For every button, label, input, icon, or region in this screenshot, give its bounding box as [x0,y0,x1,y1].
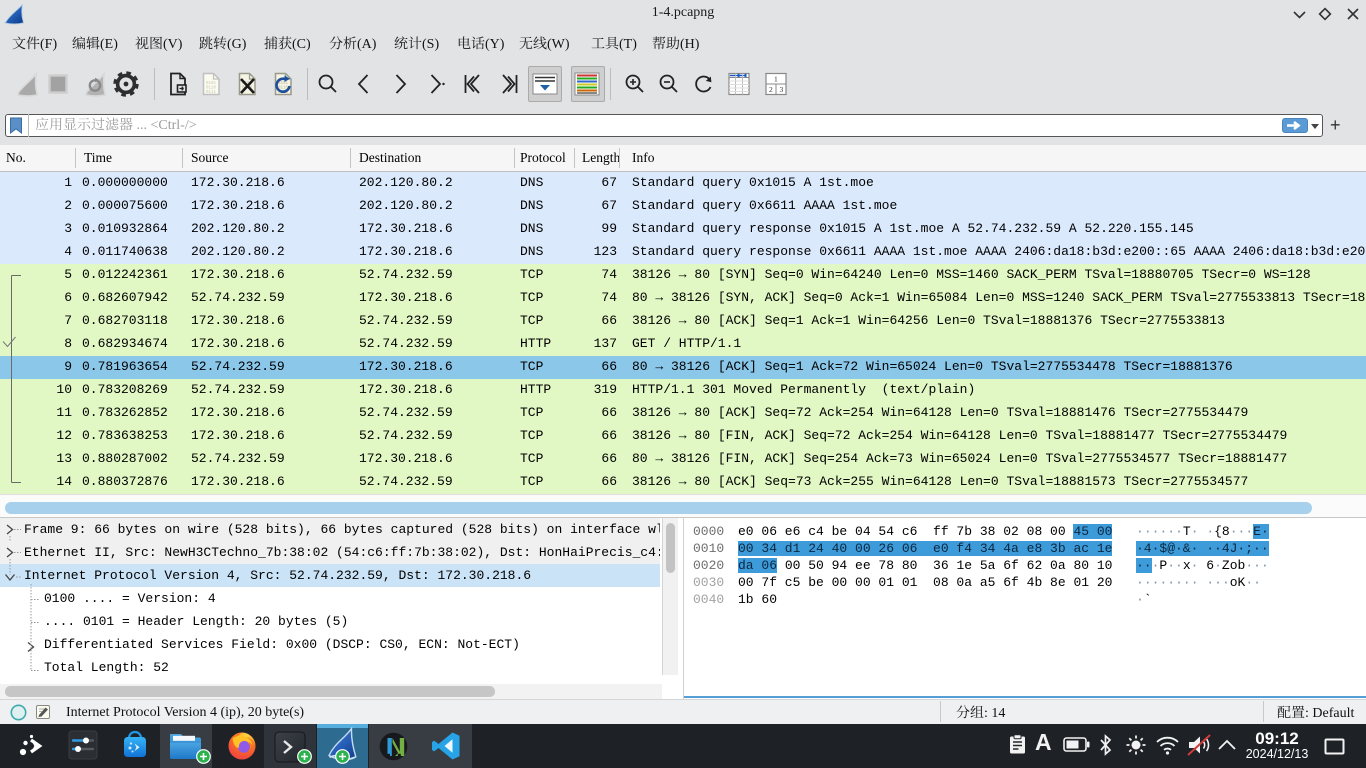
svg-text:0101: 0101 [206,82,217,86]
svg-text:0110: 0110 [206,87,217,91]
svg-text:1: 1 [774,75,778,84]
svg-text:0111: 0111 [206,91,217,95]
svg-text:0101: 0101 [278,82,289,86]
svg-text:2: 2 [769,85,773,94]
svg-text:3: 3 [780,85,784,94]
